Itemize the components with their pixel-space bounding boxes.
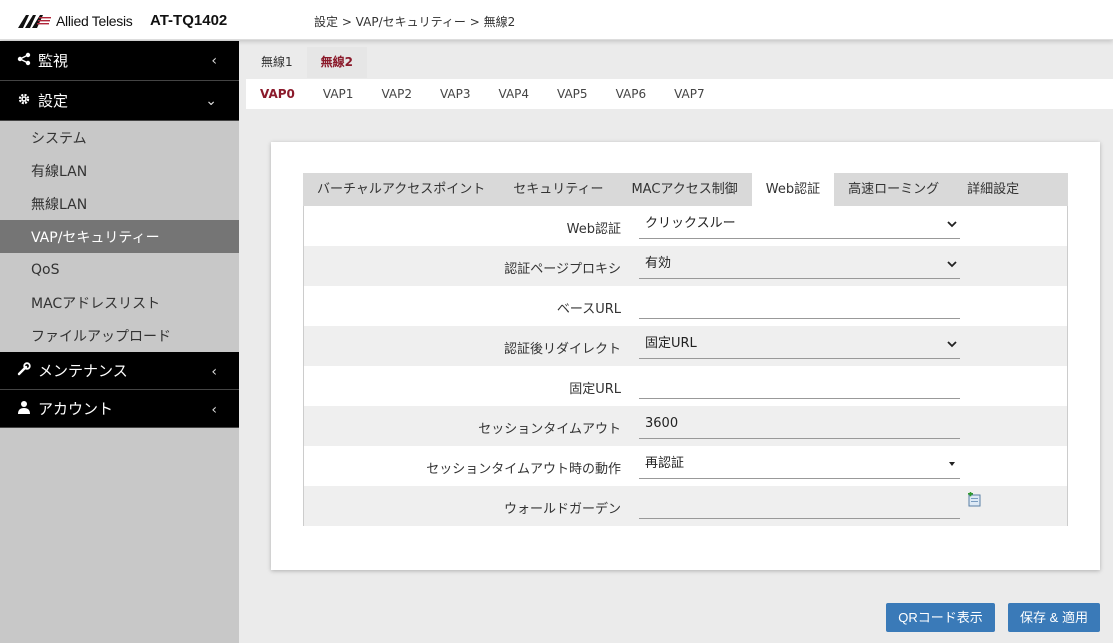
inner-tabs: バーチャルアクセスポイント セキュリティー MACアクセス制御 Web認証 高速… (303, 173, 1068, 206)
row-timeout-action: セッションタイムアウト時の動作 再認証 (304, 446, 1067, 486)
tab-vap7[interactable]: VAP7 (660, 79, 719, 109)
web-auth-value: クリックスルー (645, 216, 736, 231)
redirect-label: 認証後リダイレクト (503, 342, 621, 357)
tab-virtual-access-point[interactable]: バーチャルアクセスポイント (303, 173, 499, 206)
base-url-input[interactable] (639, 292, 960, 319)
timeout-action-value: 再認証 (645, 456, 685, 471)
fixed-url-input[interactable] (639, 372, 960, 399)
save-apply-button[interactable]: 保存 & 適用 (1008, 603, 1100, 632)
row-session-timeout: セッションタイムアウト 3600 (304, 406, 1067, 446)
session-timeout-input[interactable]: 3600 (639, 412, 960, 439)
tab-wireless-2[interactable]: 無線2 (306, 47, 367, 78)
tab-fast-roaming[interactable]: 高速ローミング (834, 173, 953, 206)
redirect-select[interactable]: 固定URL (639, 332, 960, 359)
sidebar-item-label: 設定 (38, 92, 69, 110)
gear-icon (16, 92, 32, 110)
caret-down-icon (947, 452, 957, 484)
sidebar-item-settings[interactable]: 設定 ⌄ (0, 81, 239, 121)
tab-wireless-1[interactable]: 無線1 (247, 47, 307, 78)
sidebar-item-file-upload[interactable]: ファイルアップロード (0, 319, 239, 352)
tab-vap4[interactable]: VAP4 (485, 79, 544, 109)
sidebar-item-qos[interactable]: QoS (0, 253, 239, 286)
row-redirect: 認証後リダイレクト 固定URL (304, 326, 1067, 366)
chevron-down-icon (947, 252, 957, 284)
tab-vap6[interactable]: VAP6 (602, 79, 661, 109)
web-auth-panel: Web認証 クリックスルー 認証ページプロキシ 有効 ベースURL 認証後リダイ… (303, 206, 1068, 526)
qr-code-button[interactable]: QRコード表示 (886, 603, 995, 632)
tab-advanced[interactable]: 詳細設定 (953, 173, 1033, 206)
sidebar-item-mac-address-list[interactable]: MACアドレスリスト (0, 286, 239, 319)
brand-logo: Allied Telesis (18, 12, 133, 30)
brand-name: Allied Telesis (56, 13, 133, 29)
walled-garden-input[interactable] (639, 492, 960, 519)
wrench-icon (16, 361, 32, 380)
tab-mac-access-control[interactable]: MACアクセス制御 (617, 173, 751, 206)
row-walled-garden: ウォールドガーデン (304, 486, 1067, 526)
timeout-action-label: セッションタイムアウト時の動作 (426, 462, 621, 477)
row-fixed-url: 固定URL (304, 366, 1067, 406)
chevron-left-icon: ‹ (211, 53, 217, 69)
session-timeout-label: セッションタイムアウト (478, 422, 621, 437)
sidebar-item-monitor[interactable]: 監視 ‹ (0, 41, 239, 81)
sidebar-item-label: メンテナンス (38, 362, 128, 380)
chevron-down-icon: ⌄ (205, 93, 217, 109)
settings-card: バーチャルアクセスポイント セキュリティー MACアクセス制御 Web認証 高速… (271, 142, 1100, 570)
share-icon (16, 52, 32, 70)
add-entry-icon[interactable] (967, 492, 982, 507)
base-url-label: ベースURL (556, 302, 621, 317)
top-header: Allied Telesis AT-TQ1402 設定 > VAP/セキュリティ… (0, 0, 1113, 40)
sidebar-item-label: アカウント (38, 400, 114, 418)
walled-garden-label: ウォールドガーデン (503, 502, 621, 517)
web-auth-label: Web認証 (566, 222, 621, 237)
sidebar-item-system[interactable]: システム (0, 121, 239, 154)
tab-vap0[interactable]: VAP0 (246, 79, 309, 109)
tab-security[interactable]: セキュリティー (499, 173, 617, 206)
row-page-proxy: 認証ページプロキシ 有効 (304, 246, 1067, 286)
page-proxy-select[interactable]: 有効 (639, 252, 960, 279)
chevron-left-icon: ‹ (211, 402, 217, 418)
sidebar-item-wired-lan[interactable]: 有線LAN (0, 154, 239, 187)
sidebar-item-label: 監視 (38, 52, 69, 70)
page-proxy-label: 認証ページプロキシ (504, 262, 621, 277)
sidebar-item-vap-security[interactable]: VAP/セキュリティー (0, 220, 239, 253)
tab-vap3[interactable]: VAP3 (426, 79, 485, 109)
redirect-value: 固定URL (645, 336, 697, 351)
sidebar-item-account[interactable]: アカウント ‹ (0, 390, 239, 428)
timeout-action-select[interactable]: 再認証 (639, 452, 960, 479)
chevron-down-icon (947, 332, 957, 364)
wireless-tabs: 無線1 無線2 (247, 47, 367, 78)
fixed-url-label: 固定URL (569, 382, 621, 397)
vap-tabs: VAP0 VAP1 VAP2 VAP3 VAP4 VAP5 VAP6 VAP7 (246, 79, 1113, 109)
device-model: AT-TQ1402 (150, 12, 228, 29)
sidebar-item-wireless-lan[interactable]: 無線LAN (0, 187, 239, 220)
tab-web-auth[interactable]: Web認証 (751, 173, 835, 206)
breadcrumb: 設定 > VAP/セキュリティー > 無線2 (314, 15, 516, 29)
tab-vap1[interactable]: VAP1 (309, 79, 368, 109)
sidebar: 監視 ‹ 設定 ⌄ システム 有線LAN 無線LAN VAP/セキュリティー Q… (0, 41, 239, 643)
user-icon (16, 400, 32, 418)
chevron-left-icon: ‹ (211, 364, 217, 380)
tab-vap5[interactable]: VAP5 (543, 79, 602, 109)
tab-vap2[interactable]: VAP2 (367, 79, 426, 109)
row-web-auth: Web認証 クリックスルー (304, 206, 1067, 246)
row-base-url: ベースURL (304, 286, 1067, 326)
page-proxy-value: 有効 (645, 256, 672, 271)
web-auth-select[interactable]: クリックスルー (639, 212, 960, 239)
allied-telesis-logo-icon (18, 15, 51, 28)
chevron-down-icon (947, 212, 957, 244)
sidebar-item-maintenance[interactable]: メンテナンス ‹ (0, 352, 239, 390)
